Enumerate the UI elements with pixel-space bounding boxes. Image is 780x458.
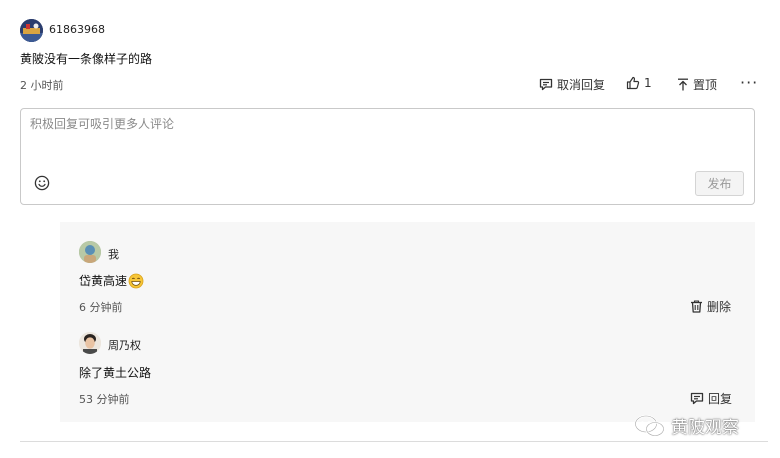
reply-username[interactable]: 周乃权	[108, 337, 141, 353]
comment-icon	[690, 392, 704, 405]
replies-panel	[60, 222, 755, 422]
reply-timestamp: 6 分钟前	[79, 301, 123, 314]
avatar-image	[20, 19, 43, 42]
reply-box: 发布	[20, 108, 755, 205]
reply-input[interactable]	[30, 117, 690, 131]
publish-button[interactable]: 发布	[695, 171, 744, 196]
pin-button[interactable]: 置顶	[677, 76, 717, 93]
delete-label: 删除	[707, 300, 732, 314]
more-options-button[interactable]: ···	[740, 73, 758, 92]
comment-icon	[539, 78, 553, 91]
avatar-image	[79, 241, 101, 263]
wechat-logo-icon	[634, 414, 665, 437]
pin-label: 置顶	[693, 78, 718, 92]
watermark-text: 黄陂观察	[671, 418, 739, 438]
watermark: 黄陂观察	[634, 413, 739, 438]
avatar[interactable]	[79, 332, 101, 354]
cancel-reply-button[interactable]: 取消回复	[539, 76, 605, 93]
trash-icon	[691, 300, 702, 313]
reply-timestamp: 53 分钟前	[79, 393, 130, 406]
comment-text: 黄陂没有一条像样子的路	[20, 52, 153, 66]
grin-emoji-icon	[128, 273, 144, 288]
reply-button[interactable]: 回复	[690, 390, 732, 407]
delete-button[interactable]: 删除	[690, 298, 731, 315]
smiley-icon	[34, 175, 50, 191]
reply-text: 岱黄高速	[79, 272, 144, 289]
avatar-image	[79, 332, 101, 354]
reply-text-content: 岱黄高速	[79, 274, 128, 288]
like-button[interactable]: 1	[626, 76, 652, 90]
reply-text: 除了黄土公路	[79, 366, 152, 380]
thumbs-up-icon	[626, 76, 640, 90]
reply-label: 回复	[708, 392, 733, 406]
avatar[interactable]	[79, 241, 101, 263]
divider	[20, 441, 768, 442]
avatar[interactable]	[20, 19, 43, 42]
comment-timestamp: 2 小时前	[20, 79, 64, 92]
reply-username[interactable]: 我	[108, 246, 119, 262]
comment-username[interactable]: 61863968	[49, 23, 105, 36]
cancel-reply-label: 取消回复	[557, 78, 606, 92]
emoji-button[interactable]	[34, 175, 50, 194]
like-count: 1	[644, 76, 652, 90]
pin-top-icon	[678, 78, 688, 91]
